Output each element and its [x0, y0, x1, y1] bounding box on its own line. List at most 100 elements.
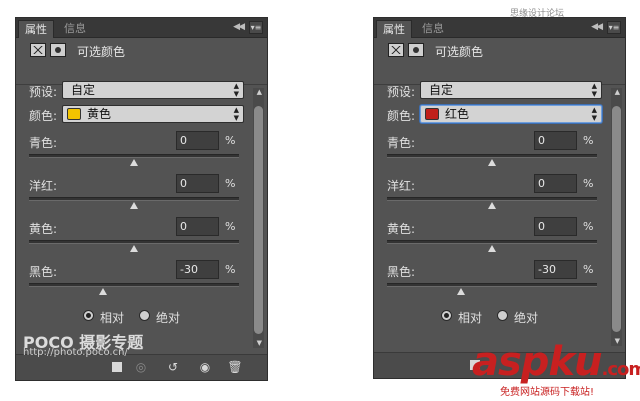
percent-unit: %: [225, 263, 236, 276]
collapse-icon[interactable]: ◀◀: [591, 22, 603, 32]
percent-unit: %: [225, 220, 236, 233]
radio-absolute-label: 绝对: [156, 311, 181, 325]
yellow-input[interactable]: 0: [534, 217, 577, 236]
dropdown-arrows-icon: ▲ ▼: [233, 106, 239, 122]
scroll-up-icon[interactable]: ▲: [257, 88, 262, 96]
layer-mask-icon[interactable]: [50, 43, 66, 57]
scroll-down-icon[interactable]: ▼: [257, 339, 262, 347]
panel-tabbar: 属性 信息 ◀◀ ▾≡: [374, 18, 625, 38]
yellow-label: 黄色:: [387, 222, 416, 236]
view-previous-state-icon[interactable]: ◎: [132, 359, 150, 375]
panel-header: 可选颜色: [16, 39, 267, 85]
magenta-slider-thumb[interactable]: [130, 202, 138, 209]
radio-absolute-button[interactable]: [139, 310, 150, 321]
tab-properties[interactable]: 属性: [376, 20, 412, 38]
color-swatch: [67, 108, 81, 120]
radio-relative-label: 相对: [458, 311, 483, 325]
scrollbar-thumb[interactable]: [254, 106, 263, 334]
black-input[interactable]: -30: [176, 260, 219, 279]
aspku-subtitle: 免费网站源码下载站!: [500, 387, 595, 398]
black-slider-thumb[interactable]: [98, 288, 107, 295]
tab-properties[interactable]: 属性: [18, 20, 54, 38]
dropdown-arrows-icon: ▲ ▼: [591, 82, 597, 98]
magenta-slider-thumb[interactable]: [488, 202, 496, 209]
properties-panel-left: 属性 信息 ◀◀ ▾≡ 可选颜色 ▲ ▼ 预设: 自定 ▲ ▼ 颜色: 黄色 ▲ ▼…: [15, 17, 268, 381]
dropdown-arrows-icon: ▲ ▼: [591, 106, 597, 122]
poco-url-watermark: http://photo.poco.cn/: [23, 347, 128, 358]
percent-unit: %: [583, 263, 594, 276]
panel-menu-icon[interactable]: ▾≡: [607, 21, 621, 34]
trash-icon[interactable]: 🗑: [226, 359, 244, 375]
colors-dropdown[interactable]: 红色 ▲ ▼: [420, 105, 602, 123]
color-swatch: [425, 108, 439, 120]
radio-absolute-label: 绝对: [514, 311, 539, 325]
percent-unit: %: [225, 134, 236, 147]
radio-absolute-button[interactable]: [497, 310, 508, 321]
radio-relative-label: 相对: [100, 311, 125, 325]
collapse-icon[interactable]: ◀◀: [233, 22, 245, 32]
scroll-up-icon[interactable]: ▲: [615, 88, 620, 96]
preset-label: 预设:: [29, 85, 58, 99]
black-slider-thumb[interactable]: [456, 288, 465, 295]
tab-info[interactable]: 信息: [416, 20, 450, 38]
yellow-label: 黄色:: [29, 222, 58, 236]
selective-color-icon: [388, 43, 404, 57]
panel-header: 可选颜色: [374, 39, 625, 85]
preset-dropdown[interactable]: 自定 ▲ ▼: [420, 81, 602, 99]
colors-dropdown[interactable]: 黄色 ▲ ▼: [62, 105, 244, 123]
panel-title: 可选颜色: [77, 45, 126, 59]
properties-panel-right: 属性 信息 ◀◀ ▾≡ 可选颜色 ▲ ▼ 预设: 自定 ▲ ▼ 颜色: 红色 ▲ ▼…: [373, 17, 626, 379]
magenta-label: 洋红:: [387, 179, 416, 193]
black-slider-track[interactable]: [387, 283, 597, 295]
colors-value: 红色: [445, 107, 470, 121]
yellow-slider-track[interactable]: [29, 240, 239, 252]
magenta-slider-track[interactable]: [387, 197, 597, 209]
layer-mask-icon[interactable]: [408, 43, 424, 57]
black-input[interactable]: -30: [534, 260, 577, 279]
panel-tabbar: 属性 信息 ◀◀ ▾≡: [16, 18, 267, 38]
yellow-slider-track[interactable]: [387, 240, 597, 252]
cyan-slider-thumb[interactable]: [488, 159, 496, 166]
magenta-input[interactable]: 0: [176, 174, 219, 193]
panel-menu-icon[interactable]: ▾≡: [249, 21, 263, 34]
cyan-label: 青色:: [29, 136, 58, 150]
visibility-eye-icon[interactable]: ◉: [196, 359, 214, 375]
dropdown-arrows-icon: ▲ ▼: [233, 82, 239, 98]
magenta-label: 洋红:: [29, 179, 58, 193]
black-slider-track[interactable]: [29, 283, 239, 295]
selective-color-icon: [30, 43, 46, 57]
yellow-input[interactable]: 0: [176, 217, 219, 236]
yellow-slider-thumb[interactable]: [488, 245, 496, 252]
cyan-label: 青色:: [387, 136, 416, 150]
aspku-logo: aspku.com: [472, 339, 640, 385]
percent-unit: %: [225, 177, 236, 190]
black-label: 黑色:: [387, 265, 416, 279]
aspku-dotcom: .com: [601, 359, 640, 380]
reset-icon[interactable]: ↺: [164, 359, 182, 375]
clip-to-layer-icon[interactable]: ↓: [106, 359, 124, 375]
cyan-slider-track[interactable]: [29, 154, 239, 166]
preset-dropdown[interactable]: 自定 ▲ ▼: [62, 81, 244, 99]
preset-value: 自定: [429, 83, 454, 97]
percent-unit: %: [583, 220, 594, 233]
scrollbar-thumb[interactable]: [612, 106, 621, 332]
colors-label: 颜色:: [387, 109, 416, 123]
magenta-slider-track[interactable]: [29, 197, 239, 209]
panel-title: 可选颜色: [435, 45, 484, 59]
percent-unit: %: [583, 177, 594, 190]
black-label: 黑色:: [29, 265, 58, 279]
cyan-slider-thumb[interactable]: [130, 159, 138, 166]
cyan-input[interactable]: 0: [534, 131, 577, 150]
colors-label: 颜色:: [29, 109, 58, 123]
colors-value: 黄色: [87, 107, 112, 121]
cyan-slider-track[interactable]: [387, 154, 597, 166]
magenta-input[interactable]: 0: [534, 174, 577, 193]
radio-relative-button[interactable]: [441, 310, 452, 321]
cyan-input[interactable]: 0: [176, 131, 219, 150]
aspku-text: aspku: [472, 339, 603, 385]
radio-relative-button[interactable]: [83, 310, 94, 321]
percent-unit: %: [583, 134, 594, 147]
preset-label: 预设:: [387, 85, 416, 99]
tab-info[interactable]: 信息: [58, 20, 92, 38]
yellow-slider-thumb[interactable]: [130, 245, 138, 252]
